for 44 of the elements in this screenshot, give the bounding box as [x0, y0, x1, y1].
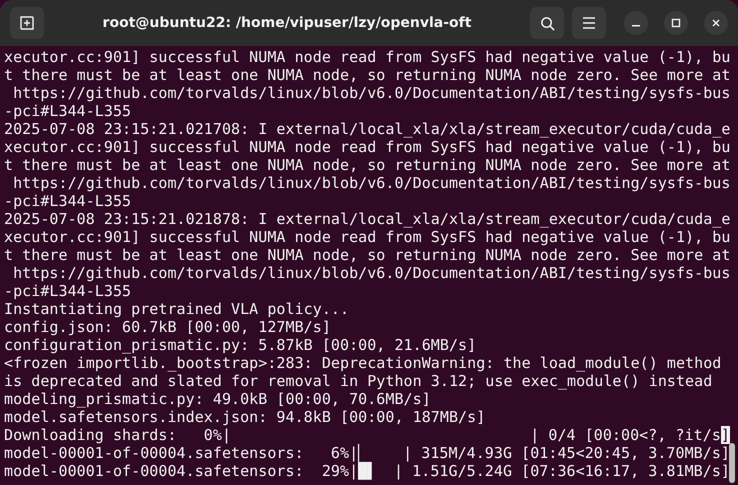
- progress-stats: | 0/4 [00:00<?, ?it/s: [530, 426, 721, 444]
- search-icon: [540, 16, 554, 30]
- output-line: Instantiating pretrained VLA policy...: [4, 300, 350, 318]
- output-line: -pci#L344-L355: [4, 282, 132, 300]
- maximize-button[interactable]: [664, 11, 688, 35]
- output-line: config.json: 60.7kB [00:00, 127MB/s]: [4, 318, 331, 336]
- progress-glyphs: █▌: [358, 462, 376, 480]
- output-line: xecutor.cc:901] successful NUMA node read from SysFS had negative value (-1), bu: [4, 48, 730, 66]
- output-line: https://github.com/torvalds/linux/blob/v6.0/Documentation/ABI/testing/sysfs-bus: [12, 264, 730, 282]
- progress-stats: | 315M/4.93G [01:45<20:45, 3.70MB/s]: [403, 444, 730, 462]
- scrollbar-thumb[interactable]: [729, 443, 735, 483]
- output-line: modeling_prismatic.py: 49.0kB [00:00, 70.6MB/s]: [4, 390, 431, 408]
- output-line: -pci#L344-L355: [4, 102, 132, 120]
- window-title: root@ubuntu22: /home/vipuser/lzy/openvla-oft: [102, 14, 472, 32]
- output-line: model.safetensors.index.json: 94.8kB [00:00, 187MB/s]: [4, 408, 486, 426]
- output-line: t there must be at least one NUMA node, so returning NUMA node zero. See more at: [4, 156, 730, 174]
- terminal-cursor: ]: [720, 426, 730, 444]
- output-line: -pci#L344-L355: [4, 192, 132, 210]
- output-line: is deprecated and slated for removal in Python 3.12; use exec_module() instead: [4, 372, 712, 390]
- output-line: t there must be at least one NUMA node, so returning NUMA node zero. See more at: [4, 66, 730, 84]
- output-line: https://github.com/torvalds/linux/blob/v6.0/Documentation/ABI/testing/sysfs-bus: [12, 84, 730, 102]
- output-line: xecutor.cc:901] successful NUMA node read from SysFS had negative value (-1), bu: [4, 138, 730, 156]
- output-line: 2025-07-08 23:15:21.021878: I external/local_xla/xla/stream_executor/cuda/cuda_e: [4, 210, 730, 228]
- output-line: xecutor.cc:901] successful NUMA node read from SysFS had negative value (-1), bu: [4, 228, 730, 246]
- menu-icon: [582, 17, 596, 29]
- progress-glyphs: ▏: [358, 444, 368, 462]
- progress-label: model-00001-of-00004.safetensors: 6%|: [4, 444, 358, 462]
- new-tab-button[interactable]: [10, 7, 44, 39]
- progress-stats: | 1.51G/5.24G [07:36<16:17, 3.81MB/s]: [394, 462, 730, 480]
- search-button[interactable]: [530, 7, 564, 39]
- output-line: configuration_prismatic.py: 5.87kB [00:00, 21.6MB/s]: [4, 336, 476, 354]
- minimize-icon: [632, 25, 640, 27]
- close-button[interactable]: [704, 11, 728, 35]
- output-line: https://github.com/torvalds/linux/blob/v6.0/Documentation/ABI/testing/sysfs-bus: [12, 174, 730, 192]
- progress-label: model-00001-of-00004.safetensors: 29%|: [4, 462, 358, 480]
- new-tab-icon: [19, 15, 35, 31]
- output-line: <frozen importlib._bootstrap>:283: DeprecationWarning: the load_module() method: [4, 354, 722, 372]
- progress-label: Downloading shards: 0%|: [4, 426, 232, 444]
- close-icon: [711, 18, 721, 28]
- output-line: t there must be at least one NUMA node, so returning NUMA node zero. See more at: [4, 246, 730, 264]
- maximize-icon: [671, 18, 681, 28]
- menu-button[interactable]: [572, 7, 606, 39]
- minimize-button[interactable]: [624, 11, 648, 35]
- output-line: 2025-07-08 23:15:21.021708: I external/local_xla/xla/stream_executor/cuda/cuda_e: [4, 120, 730, 138]
